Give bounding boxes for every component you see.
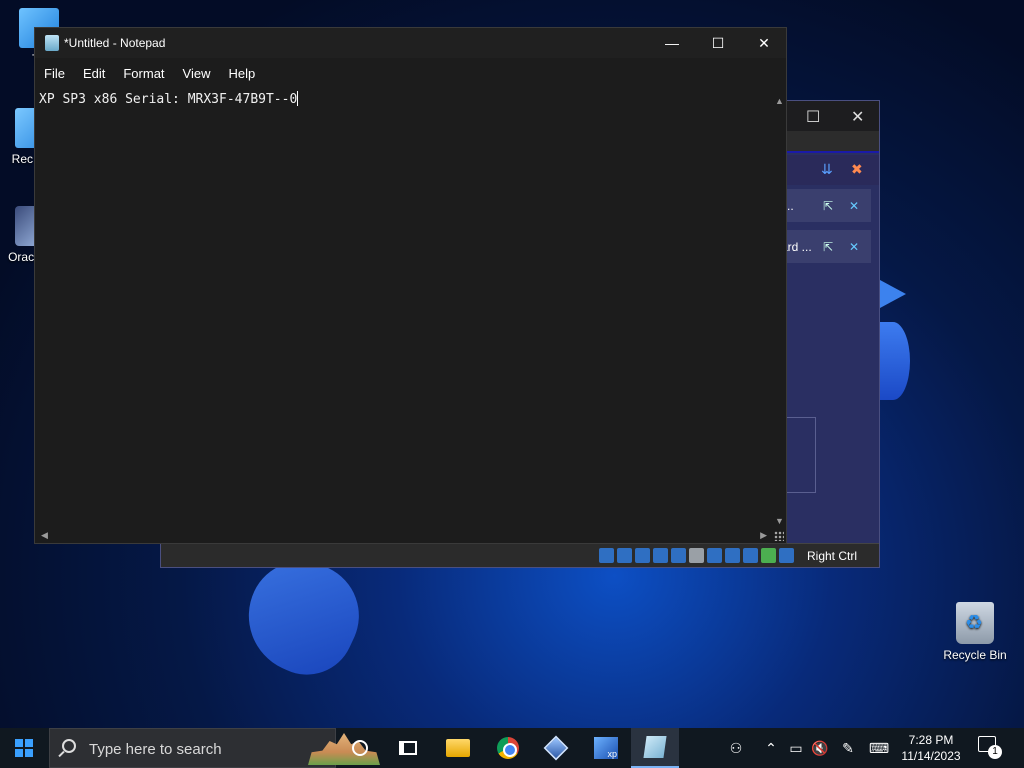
maximize-icon[interactable]: ☐ (806, 107, 820, 127)
search-box[interactable]: Type here to search (49, 728, 380, 768)
network-icon[interactable]: ▭ (786, 728, 806, 768)
cpu-icon[interactable] (743, 548, 758, 563)
cortana-button[interactable] (336, 728, 384, 768)
notepad-taskbar-button[interactable] (631, 728, 679, 768)
volume-muted-icon[interactable]: 🔇 (810, 728, 830, 768)
chrome-icon (497, 737, 519, 759)
notepad-window[interactable]: *Untitled - Notepad — ☐ ✕ File Edit Form… (34, 27, 787, 544)
sort-icon[interactable]: ⇊ (821, 161, 833, 178)
desktop-icon-label: Recycle Bin (943, 648, 1007, 662)
recycle-bin-icon (956, 602, 994, 644)
windows-xp-vm-button[interactable] (582, 728, 630, 768)
menu-help[interactable]: Help (219, 62, 264, 86)
audio-icon[interactable] (635, 548, 650, 563)
task-view-icon (399, 741, 417, 755)
close-icon[interactable]: ✕ (851, 107, 864, 127)
horizontal-scrollbar[interactable]: ◀ ▶ (35, 529, 775, 543)
windows-logo-icon (15, 739, 33, 757)
people-icon[interactable]: ⚇ (724, 728, 748, 768)
display-icon[interactable] (707, 548, 722, 563)
optical-drive-icon[interactable] (617, 548, 632, 563)
menu-format[interactable]: Format (114, 62, 173, 86)
pen-icon[interactable]: ✎ (838, 728, 858, 768)
notification-row[interactable]: ard ... ⇱ ✕ (781, 230, 871, 263)
clock[interactable]: 7:28 PM 11/14/2023 (898, 732, 964, 764)
status-icons (599, 548, 794, 563)
hard-disk-icon[interactable] (599, 548, 614, 563)
wallpaper-swoosh (876, 322, 910, 400)
pin-icon[interactable]: ⇱ (823, 240, 833, 254)
notification-badge: 1 (988, 745, 1002, 759)
file-explorer-icon (446, 739, 470, 757)
scroll-left-icon[interactable]: ◀ (41, 530, 48, 541)
wallpaper-swoosh (880, 280, 906, 308)
shared-folders-icon[interactable] (689, 548, 704, 563)
minimize-button[interactable]: — (649, 28, 695, 58)
close-button[interactable]: ✕ (741, 28, 787, 58)
notification-row[interactable]: .. ⇱ ✕ (781, 189, 871, 222)
search-placeholder: Type here to search (89, 741, 222, 758)
chrome-button[interactable] (484, 728, 532, 768)
menu-view[interactable]: View (174, 62, 220, 86)
close-icon[interactable]: ✕ (849, 199, 859, 213)
editor-content: XP SP3 x86 Serial: MRX3F-47B9T--0 (39, 92, 298, 107)
file-explorer-button[interactable] (434, 728, 482, 768)
vm-activity-icon[interactable] (761, 548, 776, 563)
close-icon[interactable]: ✕ (849, 240, 859, 254)
maximize-button[interactable]: ☐ (695, 28, 741, 58)
host-key-label: Right Ctrl (807, 549, 858, 563)
resize-grip-icon[interactable] (774, 531, 784, 541)
text-caret (297, 91, 299, 106)
show-hidden-icons-chevron-icon[interactable]: ⌃ (760, 728, 782, 768)
keyboard-icon[interactable]: ⌨ (866, 728, 892, 768)
keyboard-capture-icon[interactable] (779, 548, 794, 563)
taskbar: Type here to search ⚇ ⌃ ▭ 🔇 ✎ ⌨ 7:28 PM … (0, 728, 1024, 768)
virtualbox-icon (543, 735, 569, 761)
search-icon (62, 739, 76, 753)
notepad-icon (643, 736, 667, 758)
menu-edit[interactable]: Edit (74, 62, 114, 86)
scroll-up-icon[interactable]: ▲ (775, 96, 784, 106)
cortana-icon (352, 740, 368, 756)
task-view-button[interactable] (384, 728, 432, 768)
desktop-icon-recycle-bin[interactable]: Recycle Bin (940, 602, 1010, 662)
virtualbox-statusbar: Right Ctrl (161, 543, 879, 567)
notepad-icon (45, 35, 59, 51)
clock-time: 7:28 PM (908, 733, 954, 747)
menu-file[interactable]: File (35, 62, 74, 86)
vm-display-frame (786, 417, 816, 493)
text-editor[interactable]: XP SP3 x86 Serial: MRX3F-47B9T--0 (39, 91, 299, 107)
usb-icon[interactable] (671, 548, 686, 563)
windows-xp-vm-icon (594, 737, 618, 759)
scroll-down-icon[interactable]: ▼ (775, 516, 784, 526)
scroll-right-icon[interactable]: ▶ (760, 530, 767, 541)
close-group-icon[interactable]: ✖ (851, 161, 863, 178)
notepad-titlebar[interactable]: *Untitled - Notepad — ☐ ✕ (35, 28, 786, 58)
vertical-scrollbar[interactable]: ▲ ▼ (772, 96, 786, 526)
network-icon[interactable] (653, 548, 668, 563)
pin-icon[interactable]: ⇱ (823, 199, 833, 213)
window-title: *Untitled - Notepad (64, 36, 166, 50)
start-button[interactable] (0, 728, 48, 768)
virtualbox-button[interactable] (532, 728, 580, 768)
notepad-menubar: File Edit Format View Help (35, 62, 264, 86)
recording-icon[interactable] (725, 548, 740, 563)
clock-date: 11/14/2023 (901, 749, 961, 763)
